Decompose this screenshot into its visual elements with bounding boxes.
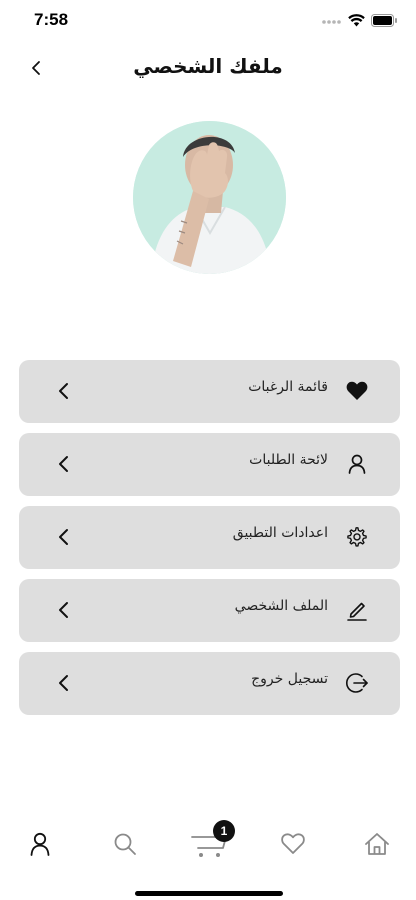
profile-screen: 7:58 ملفك الشخصي قائمة الرغبات لائحة الط… <box>0 0 416 900</box>
nav-cart-button[interactable]: 1 <box>189 820 235 864</box>
gear-icon <box>344 524 370 550</box>
menu-item-logout[interactable]: تسجيل خروج <box>19 652 400 715</box>
nav-wishlist-button[interactable] <box>273 824 313 864</box>
home-icon <box>365 833 389 855</box>
chevron-left-icon <box>59 602 68 618</box>
header: ملفك الشخصي <box>0 44 416 96</box>
menu-item-label: الملف الشخصي <box>234 598 328 614</box>
menu-item-label: لائحة الطلبات <box>249 452 328 468</box>
menu-item-label: اعدادات التطبيق <box>232 525 328 541</box>
status-icons <box>322 12 398 31</box>
edit-pencil-icon <box>344 597 370 623</box>
wifi-icon <box>348 12 365 31</box>
avatar-image <box>133 121 286 274</box>
nav-search-button[interactable] <box>105 824 145 864</box>
logout-icon <box>344 670 370 696</box>
menu-item-label: تسجيل خروج <box>251 671 328 687</box>
status-bar: 7:58 <box>0 0 416 44</box>
nav-home-button[interactable] <box>357 824 397 864</box>
chevron-left-icon <box>59 383 68 399</box>
nav-profile-button[interactable] <box>20 824 60 864</box>
page-title: ملفك الشخصي <box>133 54 283 78</box>
menu-item-app-settings[interactable]: اعدادات التطبيق <box>19 506 400 569</box>
avatar[interactable] <box>133 121 286 274</box>
search-icon <box>114 833 136 855</box>
menu-item-profile[interactable]: الملف الشخصي <box>19 579 400 642</box>
battery-icon <box>371 12 398 31</box>
user-icon <box>344 451 370 477</box>
bottom-nav: 1 <box>0 812 416 868</box>
chevron-left-icon <box>59 529 68 545</box>
chevron-left-icon <box>59 675 68 691</box>
menu-item-orders[interactable]: لائحة الطلبات <box>19 433 400 496</box>
chevron-left-icon <box>59 456 68 472</box>
status-time: 7:58 <box>34 10 69 29</box>
heart-icon <box>281 833 305 854</box>
heart-filled-icon <box>344 378 370 404</box>
home-indicator <box>135 891 283 896</box>
profile-menu: قائمة الرغبات لائحة الطلبات اعدادات التط… <box>19 360 400 725</box>
signal-icon <box>322 12 342 31</box>
cart-count-badge: 1 <box>213 820 235 842</box>
menu-item-wishlist[interactable]: قائمة الرغبات <box>19 360 400 423</box>
menu-item-label: قائمة الرغبات <box>248 379 328 395</box>
profile-icon <box>30 832 50 856</box>
